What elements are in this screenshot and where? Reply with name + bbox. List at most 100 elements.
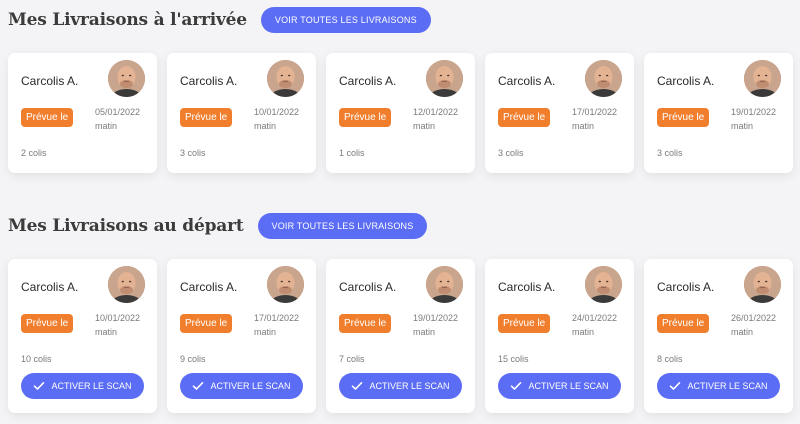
avatar [267, 266, 304, 303]
customer-name: Carcolis A. [498, 74, 556, 88]
date-value: 05/01/2022 [95, 107, 141, 117]
date-period: matin [731, 327, 754, 337]
arrivals-section: Mes Livraisons à l'arrivée VOIR TOUTES L… [0, 0, 800, 200]
date-period: matin [413, 327, 436, 337]
parcel-count: 9 colis [180, 354, 206, 364]
customer-name: Carcolis A. [21, 280, 79, 294]
avatar [267, 60, 304, 97]
customer-name: Carcolis A. [657, 280, 715, 294]
delivery-date: 10/01/2022 matin [95, 311, 140, 339]
parcel-count: 3 colis [657, 148, 683, 158]
check-icon [669, 381, 681, 391]
customer-name: Carcolis A. [339, 280, 397, 294]
delivery-date: 10/01/2022 matin [254, 105, 299, 133]
avatar [585, 266, 622, 303]
customer-name: Carcolis A. [657, 74, 715, 88]
parcel-count: 15 colis [498, 354, 529, 364]
date-value: 12/01/2022 [413, 107, 459, 117]
date-value: 17/01/2022 [254, 313, 300, 323]
parcel-count: 1 colis [339, 148, 365, 158]
date-period: matin [254, 121, 277, 131]
delivery-card[interactable]: Carcolis A. Prévue le 19/01/2022 matin 3 … [644, 53, 793, 173]
scheduled-badge: Prévue le [21, 314, 74, 333]
parcel-count: 7 colis [339, 354, 365, 364]
date-value: 26/01/2022 [731, 313, 777, 323]
parcel-count: 10 colis [21, 354, 52, 364]
delivery-card[interactable]: Carcolis A. Prévue le 10/01/2022 matin 10… [8, 259, 157, 413]
avatar [426, 266, 463, 303]
date-period: matin [413, 121, 436, 131]
date-period: matin [95, 121, 118, 131]
departures-section: Mes Livraisons au départ VOIR TOUTES LES… [0, 206, 800, 413]
date-period: matin [95, 327, 118, 337]
avatar [108, 60, 145, 97]
view-all-departures-button[interactable]: VOIR TOUTES LES LIVRAISONS [257, 213, 428, 239]
delivery-card[interactable]: Carcolis A. Prévue le 24/01/2022 matin 15… [485, 259, 634, 413]
date-period: matin [731, 121, 754, 131]
date-value: 17/01/2022 [572, 107, 618, 117]
scheduled-badge: Prévue le [657, 314, 710, 333]
parcel-count: 3 colis [498, 148, 524, 158]
delivery-date: 17/01/2022 matin [254, 311, 299, 339]
scheduled-badge: Prévue le [339, 108, 392, 127]
customer-name: Carcolis A. [339, 74, 397, 88]
scan-button-label: ACTIVER LE SCAN [369, 381, 450, 391]
check-icon [351, 381, 363, 391]
delivery-card[interactable]: Carcolis A. Prévue le 26/01/2022 matin 8 … [644, 259, 793, 413]
delivery-date: 19/01/2022 matin [731, 105, 776, 133]
delivery-card[interactable]: Carcolis A. Prévue le 05/01/2022 matin 2 … [8, 53, 157, 173]
activate-scan-button[interactable]: ACTIVER LE SCAN [21, 373, 144, 399]
date-value: 24/01/2022 [572, 313, 618, 323]
view-all-arrivals-button[interactable]: VOIR TOUTES LES LIVRAISONS [260, 7, 431, 33]
check-icon [33, 381, 45, 391]
avatar [108, 266, 145, 303]
scan-button-label: ACTIVER LE SCAN [528, 381, 609, 391]
scan-button-label: ACTIVER LE SCAN [687, 381, 768, 391]
avatar [744, 60, 781, 97]
activate-scan-button[interactable]: ACTIVER LE SCAN [339, 373, 462, 399]
customer-name: Carcolis A. [21, 74, 79, 88]
date-value: 19/01/2022 [413, 313, 459, 323]
delivery-card[interactable]: Carcolis A. Prévue le 12/01/2022 matin 1 … [326, 53, 475, 173]
customer-name: Carcolis A. [498, 280, 556, 294]
check-icon [192, 381, 204, 391]
delivery-card[interactable]: Carcolis A. Prévue le 17/01/2022 matin 3 … [485, 53, 634, 173]
delivery-date: 05/01/2022 matin [95, 105, 140, 133]
check-icon [510, 381, 522, 391]
avatar [426, 60, 463, 97]
scheduled-badge: Prévue le [498, 314, 551, 333]
activate-scan-button[interactable]: ACTIVER LE SCAN [180, 373, 303, 399]
date-value: 19/01/2022 [731, 107, 777, 117]
delivery-date: 19/01/2022 matin [413, 311, 458, 339]
delivery-date: 26/01/2022 matin [731, 311, 776, 339]
scheduled-badge: Prévue le [657, 108, 710, 127]
delivery-card[interactable]: Carcolis A. Prévue le 19/01/2022 matin 7 … [326, 259, 475, 413]
scheduled-badge: Prévue le [180, 108, 233, 127]
scheduled-badge: Prévue le [339, 314, 392, 333]
date-period: matin [572, 327, 595, 337]
parcel-count: 2 colis [21, 148, 47, 158]
date-value: 10/01/2022 [95, 313, 141, 323]
parcel-count: 8 colis [657, 354, 683, 364]
activate-scan-button[interactable]: ACTIVER LE SCAN [657, 373, 780, 399]
departures-header: Mes Livraisons au départ VOIR TOUTES LES… [0, 206, 800, 246]
delivery-card[interactable]: Carcolis A. Prévue le 17/01/2022 matin 9 … [167, 259, 316, 413]
delivery-date: 12/01/2022 matin [413, 105, 458, 133]
date-period: matin [254, 327, 277, 337]
date-value: 10/01/2022 [254, 107, 300, 117]
scheduled-badge: Prévue le [21, 108, 74, 127]
activate-scan-button[interactable]: ACTIVER LE SCAN [498, 373, 621, 399]
arrivals-header: Mes Livraisons à l'arrivée VOIR TOUTES L… [0, 0, 800, 40]
departures-cards: Carcolis A. Prévue le 10/01/2022 matin 10… [0, 246, 800, 413]
delivery-card[interactable]: Carcolis A. Prévue le 10/01/2022 matin 3 … [167, 53, 316, 173]
scheduled-badge: Prévue le [498, 108, 551, 127]
customer-name: Carcolis A. [180, 280, 238, 294]
arrivals-title: Mes Livraisons à l'arrivée [8, 10, 247, 30]
date-period: matin [572, 121, 595, 131]
arrivals-cards: Carcolis A. Prévue le 05/01/2022 matin 2 … [0, 40, 800, 200]
customer-name: Carcolis A. [180, 74, 238, 88]
delivery-date: 17/01/2022 matin [572, 105, 617, 133]
delivery-date: 24/01/2022 matin [572, 311, 617, 339]
scheduled-badge: Prévue le [180, 314, 233, 333]
scan-button-label: ACTIVER LE SCAN [210, 381, 291, 391]
